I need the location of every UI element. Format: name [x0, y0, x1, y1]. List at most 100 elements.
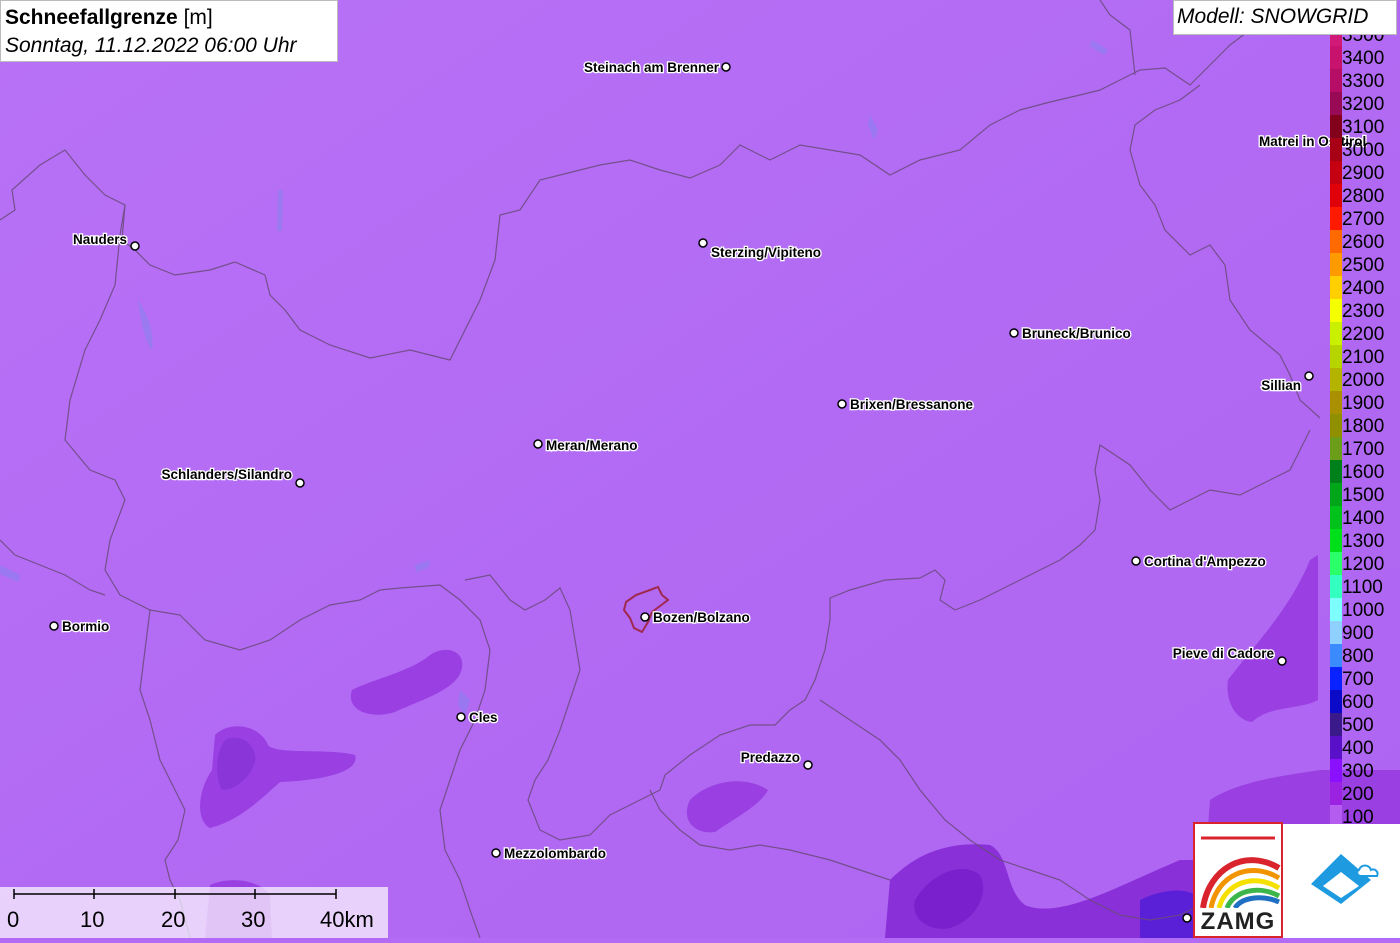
- city-label-pieve: Pieve di Cadore: [1173, 646, 1275, 661]
- legend-row: 1500: [1328, 483, 1400, 506]
- city-bozen[interactable]: Bozen/Bolzano: [640, 609, 751, 626]
- legend-swatch: [1330, 483, 1342, 506]
- legend-row: 500: [1328, 713, 1400, 736]
- legend-row: 3100: [1328, 115, 1400, 138]
- city-label-cles: Cles: [469, 710, 498, 725]
- legend-label: 1000: [1342, 600, 1385, 621]
- legend-row: 3400: [1328, 46, 1400, 69]
- city-label-bozen: Bozen/Bolzano: [653, 610, 750, 625]
- legend-swatch: [1330, 552, 1342, 575]
- city-bruneck[interactable]: Bruneck/Brunico: [1009, 325, 1132, 342]
- scale-label-30: 30: [241, 907, 266, 932]
- scale-label-0: 0: [7, 907, 20, 932]
- legend-row: 200: [1328, 782, 1400, 805]
- legend-row: 2500: [1328, 253, 1400, 276]
- map-title-box: Schneefallgrenze [m] Sonntag, 11.12.2022…: [0, 0, 338, 62]
- city-label-cortina: Cortina d'Ampezzo: [1144, 554, 1266, 569]
- legend-row: 2300: [1328, 299, 1400, 322]
- legend-label: 3300: [1342, 71, 1385, 92]
- legend-row: 400: [1328, 736, 1400, 759]
- legend-swatch: [1330, 805, 1342, 825]
- legend-row: 3200: [1328, 92, 1400, 115]
- weather-app-logo[interactable]: [1283, 824, 1400, 938]
- legend-label: 2500: [1342, 255, 1385, 276]
- legend-swatch: [1330, 322, 1342, 345]
- legend-swatch: [1330, 299, 1342, 322]
- legend-swatch: [1330, 736, 1342, 759]
- legend-swatch: [1330, 644, 1342, 667]
- legend-label: 500: [1342, 715, 1374, 736]
- legend-label: 2800: [1342, 186, 1385, 207]
- color-legend: 3500 3400 3300 3200 3100 3000 2900 2800 2700 2600…: [1328, 35, 1400, 825]
- legend-label: 3100: [1342, 117, 1385, 138]
- legend-label: 2100: [1342, 347, 1385, 368]
- zamg-logo-text: ZAMG: [1200, 908, 1276, 935]
- city-label-meran: Meran/Merano: [546, 438, 638, 453]
- legend-label: 2700: [1342, 209, 1385, 230]
- title-unit: [m]: [183, 6, 213, 29]
- city-label-schlanders: Schlanders/Silandro: [161, 467, 292, 482]
- legend-label: 2200: [1342, 324, 1385, 345]
- legend-label: 1400: [1342, 508, 1385, 529]
- legend-label: 3200: [1342, 94, 1385, 115]
- legend-label: 2600: [1342, 232, 1385, 253]
- city-brixen[interactable]: Brixen/Bressanone: [837, 396, 975, 413]
- legend-label: 700: [1342, 669, 1374, 690]
- city-steinach[interactable]: Steinach am Brenner: [583, 59, 731, 76]
- legend-swatch: [1330, 414, 1342, 437]
- legend-row: 3500: [1328, 35, 1400, 46]
- city-label-brixen: Brixen/Bressanone: [850, 397, 974, 412]
- legend-swatch: [1330, 391, 1342, 414]
- city-label-sillian: Sillian: [1261, 378, 1301, 393]
- legend-row: 2200: [1328, 322, 1400, 345]
- legend-swatch: [1330, 575, 1342, 598]
- legend-swatch: [1330, 713, 1342, 736]
- legend-row: 1700: [1328, 437, 1400, 460]
- legend-row: 1000: [1328, 598, 1400, 621]
- legend-swatch: [1330, 138, 1342, 161]
- legend-row: 3000: [1328, 138, 1400, 161]
- legend-swatch: [1330, 345, 1342, 368]
- legend-label: 1600: [1342, 462, 1385, 483]
- legend-swatch: [1330, 276, 1342, 299]
- city-cortina[interactable]: Cortina d'Ampezzo: [1131, 553, 1267, 570]
- legend-swatch: [1330, 69, 1342, 92]
- snowfall-map[interactable]: Steinach am Brenner Nauders Sterzing/Vip…: [0, 0, 1400, 938]
- zamg-logo[interactable]: ZAMG: [1193, 822, 1283, 938]
- scale-label-20: 20: [161, 907, 186, 932]
- city-mezzolombardo[interactable]: Mezzolombardo: [491, 845, 607, 862]
- legend-row: 1800: [1328, 414, 1400, 437]
- legend-label: 2300: [1342, 301, 1385, 322]
- legend-row: 700: [1328, 667, 1400, 690]
- legend-row: 800: [1328, 644, 1400, 667]
- legend-swatch: [1330, 759, 1342, 782]
- legend-swatch: [1330, 529, 1342, 552]
- legend-swatch: [1330, 621, 1342, 644]
- legend-swatch: [1330, 253, 1342, 276]
- legend-row: 2400: [1328, 276, 1400, 299]
- legend-swatch: [1330, 92, 1342, 115]
- city-label-bormio: Bormio: [62, 619, 109, 634]
- legend-label: 800: [1342, 646, 1374, 667]
- legend-label: 300: [1342, 761, 1374, 782]
- model-label: Modell: SNOWGRID: [1173, 0, 1397, 35]
- legend-row: 2000: [1328, 368, 1400, 391]
- forecast-datetime: Sonntag, 11.12.2022 06:00 Uhr: [5, 34, 297, 57]
- legend-row: 1300: [1328, 529, 1400, 552]
- legend-swatch: [1330, 506, 1342, 529]
- legend-row: 2700: [1328, 207, 1400, 230]
- legend-row: 2100: [1328, 345, 1400, 368]
- city-label-bruneck: Bruneck/Brunico: [1022, 326, 1131, 341]
- legend-label: 2000: [1342, 370, 1385, 391]
- legend-label: 600: [1342, 692, 1374, 713]
- legend-row: 2600: [1328, 230, 1400, 253]
- legend-swatch: [1330, 115, 1342, 138]
- legend-row: 1400: [1328, 506, 1400, 529]
- city-meran[interactable]: Meran/Merano: [533, 437, 639, 454]
- legend-label: 100: [1342, 807, 1374, 826]
- legend-label: 2400: [1342, 278, 1385, 299]
- legend-label: 1900: [1342, 393, 1385, 414]
- legend-swatch: [1330, 368, 1342, 391]
- legend-swatch: [1330, 667, 1342, 690]
- legend-swatch: [1330, 35, 1342, 46]
